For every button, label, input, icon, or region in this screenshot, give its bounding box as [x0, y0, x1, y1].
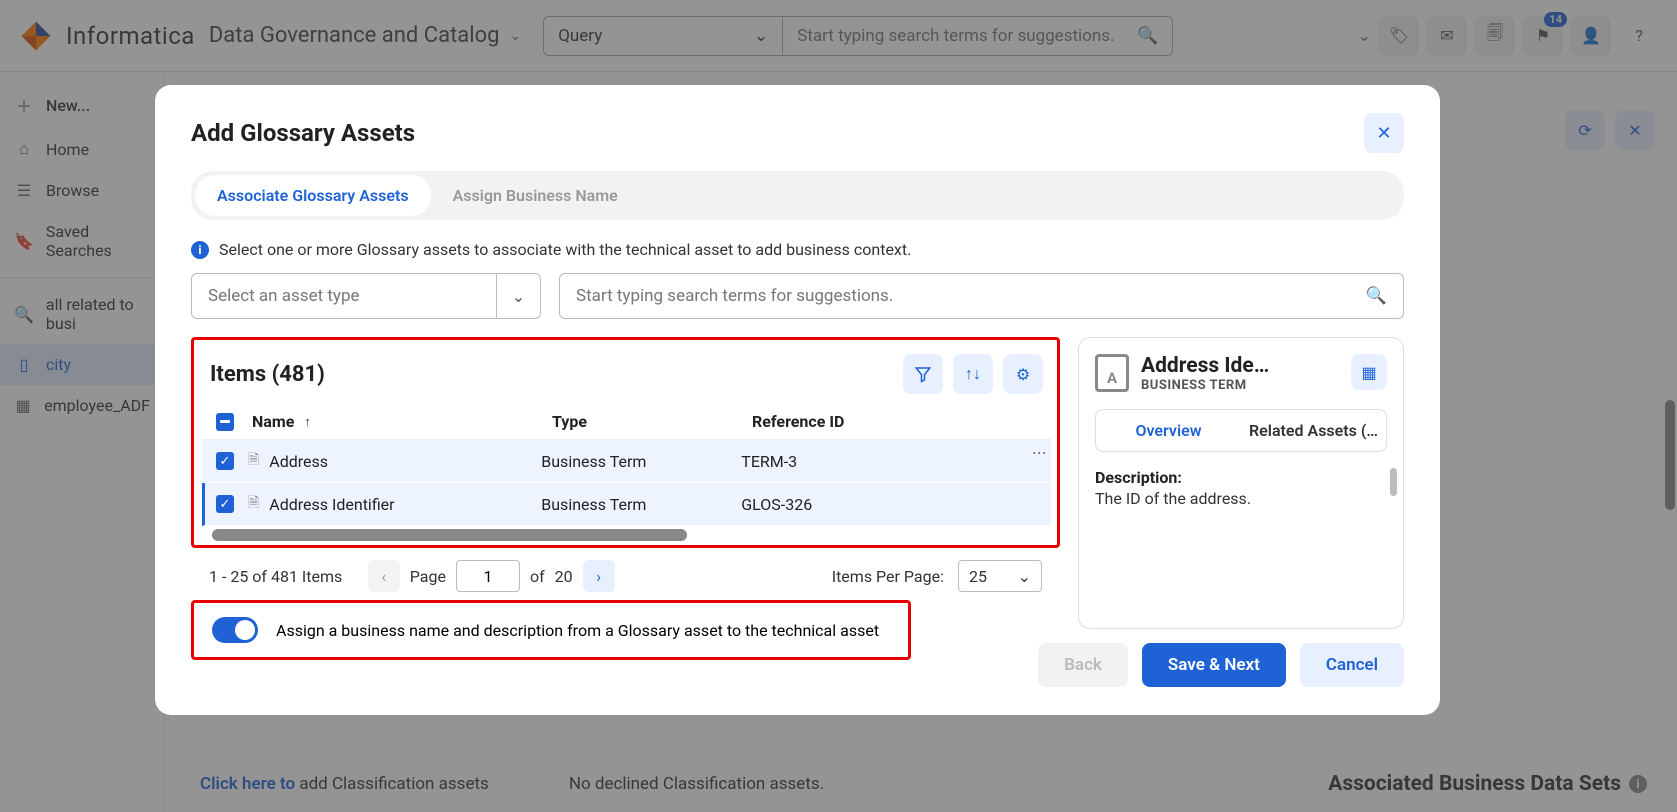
page-label: Page [410, 567, 446, 586]
next-page-button[interactable]: › [583, 560, 615, 592]
row-type: Business Term [541, 452, 741, 471]
detail-panel: A Address Ide… BUSINESS TERM ▦ Overview … [1078, 337, 1404, 629]
of-label: of [530, 567, 545, 586]
chevron-down-icon: ⌄ [1018, 567, 1031, 586]
select-all-checkbox[interactable] [216, 413, 234, 431]
table-header: Name ↑ Type Reference ID [202, 404, 1051, 440]
col-type[interactable]: Type [552, 412, 752, 431]
prev-page-button[interactable]: ‹ [368, 560, 400, 592]
asset-placeholder: Select an asset type [192, 286, 496, 306]
settings-icon[interactable]: ⚙ [1003, 354, 1043, 394]
desc-value: The ID of the address. [1095, 489, 1387, 508]
doc-icon: 🗎 [248, 492, 259, 516]
detail-tab-overview[interactable]: Overview [1096, 410, 1241, 451]
page-input[interactable] [456, 560, 520, 592]
desc-label: Description: [1095, 468, 1387, 487]
tab-associate[interactable]: Associate Glossary Assets [195, 175, 431, 216]
col-ref[interactable]: Reference ID [752, 412, 1037, 431]
sort-asc-icon[interactable]: ↑ [304, 414, 311, 430]
pagination: 1 - 25 of 481 Items ‹ Page of 20 › Items… [191, 548, 1060, 592]
filter-icon[interactable] [903, 354, 943, 394]
search-placeholder: Start typing search terms for suggestion… [576, 286, 893, 306]
modal-tabs: Associate Glossary Assets Assign Busines… [191, 171, 1404, 220]
row-type: Business Term [541, 495, 741, 514]
items-title: Items (481) [210, 362, 325, 387]
detail-tab-related[interactable]: Related Assets (… [1241, 410, 1386, 451]
cancel-button[interactable]: Cancel [1300, 643, 1404, 687]
col-name[interactable]: Name [252, 412, 294, 431]
asset-search-input[interactable]: Start typing search terms for suggestion… [559, 273, 1404, 319]
ipp-label: Items Per Page: [832, 567, 944, 586]
row-ref: TERM-3 [741, 452, 1037, 471]
assign-toggle[interactable] [212, 617, 258, 643]
more-icon[interactable]: ⋮ [1031, 446, 1047, 457]
row-name: Address [269, 452, 328, 471]
row-ref: GLOS-326 [741, 495, 1037, 514]
asset-type-select[interactable]: Select an asset type ⌄ [191, 273, 541, 319]
items-panel: Items (481) ↑↓ ⚙ Name ↑ Type Reference ID… [191, 337, 1060, 548]
save-next-button[interactable]: Save & Next [1142, 643, 1286, 687]
info-icon: i [191, 241, 209, 259]
info-text: Select one or more Glossary assets to as… [219, 240, 911, 259]
table-row[interactable]: ✓ 🗎 Address Identifier Business Term GLO… [202, 483, 1051, 526]
detail-title: Address Ide… [1141, 354, 1269, 378]
modal-title: Add Glossary Assets [191, 119, 415, 147]
horizontal-scrollbar[interactable] [212, 529, 687, 541]
modal-footer: Back Save & Next Cancel [191, 643, 1404, 687]
open-detail-icon[interactable]: ▦ [1351, 354, 1387, 390]
toggle-label: Assign a business name and description f… [276, 621, 879, 640]
close-button[interactable]: ✕ [1364, 113, 1404, 153]
tab-assign[interactable]: Assign Business Name [431, 175, 640, 216]
search-icon: 🔍 [1366, 286, 1387, 306]
row-checkbox[interactable]: ✓ [216, 452, 234, 470]
ipp-select[interactable]: 25 ⌄ [958, 560, 1042, 592]
doc-icon: 🗎 [248, 449, 259, 473]
chevron-down-icon: ⌄ [496, 274, 540, 318]
pager-status: 1 - 25 of 481 Items [209, 567, 342, 586]
row-checkbox[interactable]: ✓ [216, 495, 234, 513]
detail-scrollbar[interactable] [1390, 468, 1397, 496]
ipp-value: 25 [969, 567, 987, 586]
table-row[interactable]: ✓ 🗎 Address Business Term TERM-3 ⋮ [202, 440, 1051, 483]
asset-type-icon: A [1095, 354, 1129, 392]
row-name: Address Identifier [269, 495, 394, 514]
add-glossary-modal: Add Glossary Assets ✕ Associate Glossary… [155, 85, 1440, 715]
sort-icon[interactable]: ↑↓ [953, 354, 993, 394]
detail-subtitle: BUSINESS TERM [1141, 378, 1269, 393]
back-button[interactable]: Back [1038, 643, 1128, 687]
total-pages: 20 [555, 567, 573, 586]
